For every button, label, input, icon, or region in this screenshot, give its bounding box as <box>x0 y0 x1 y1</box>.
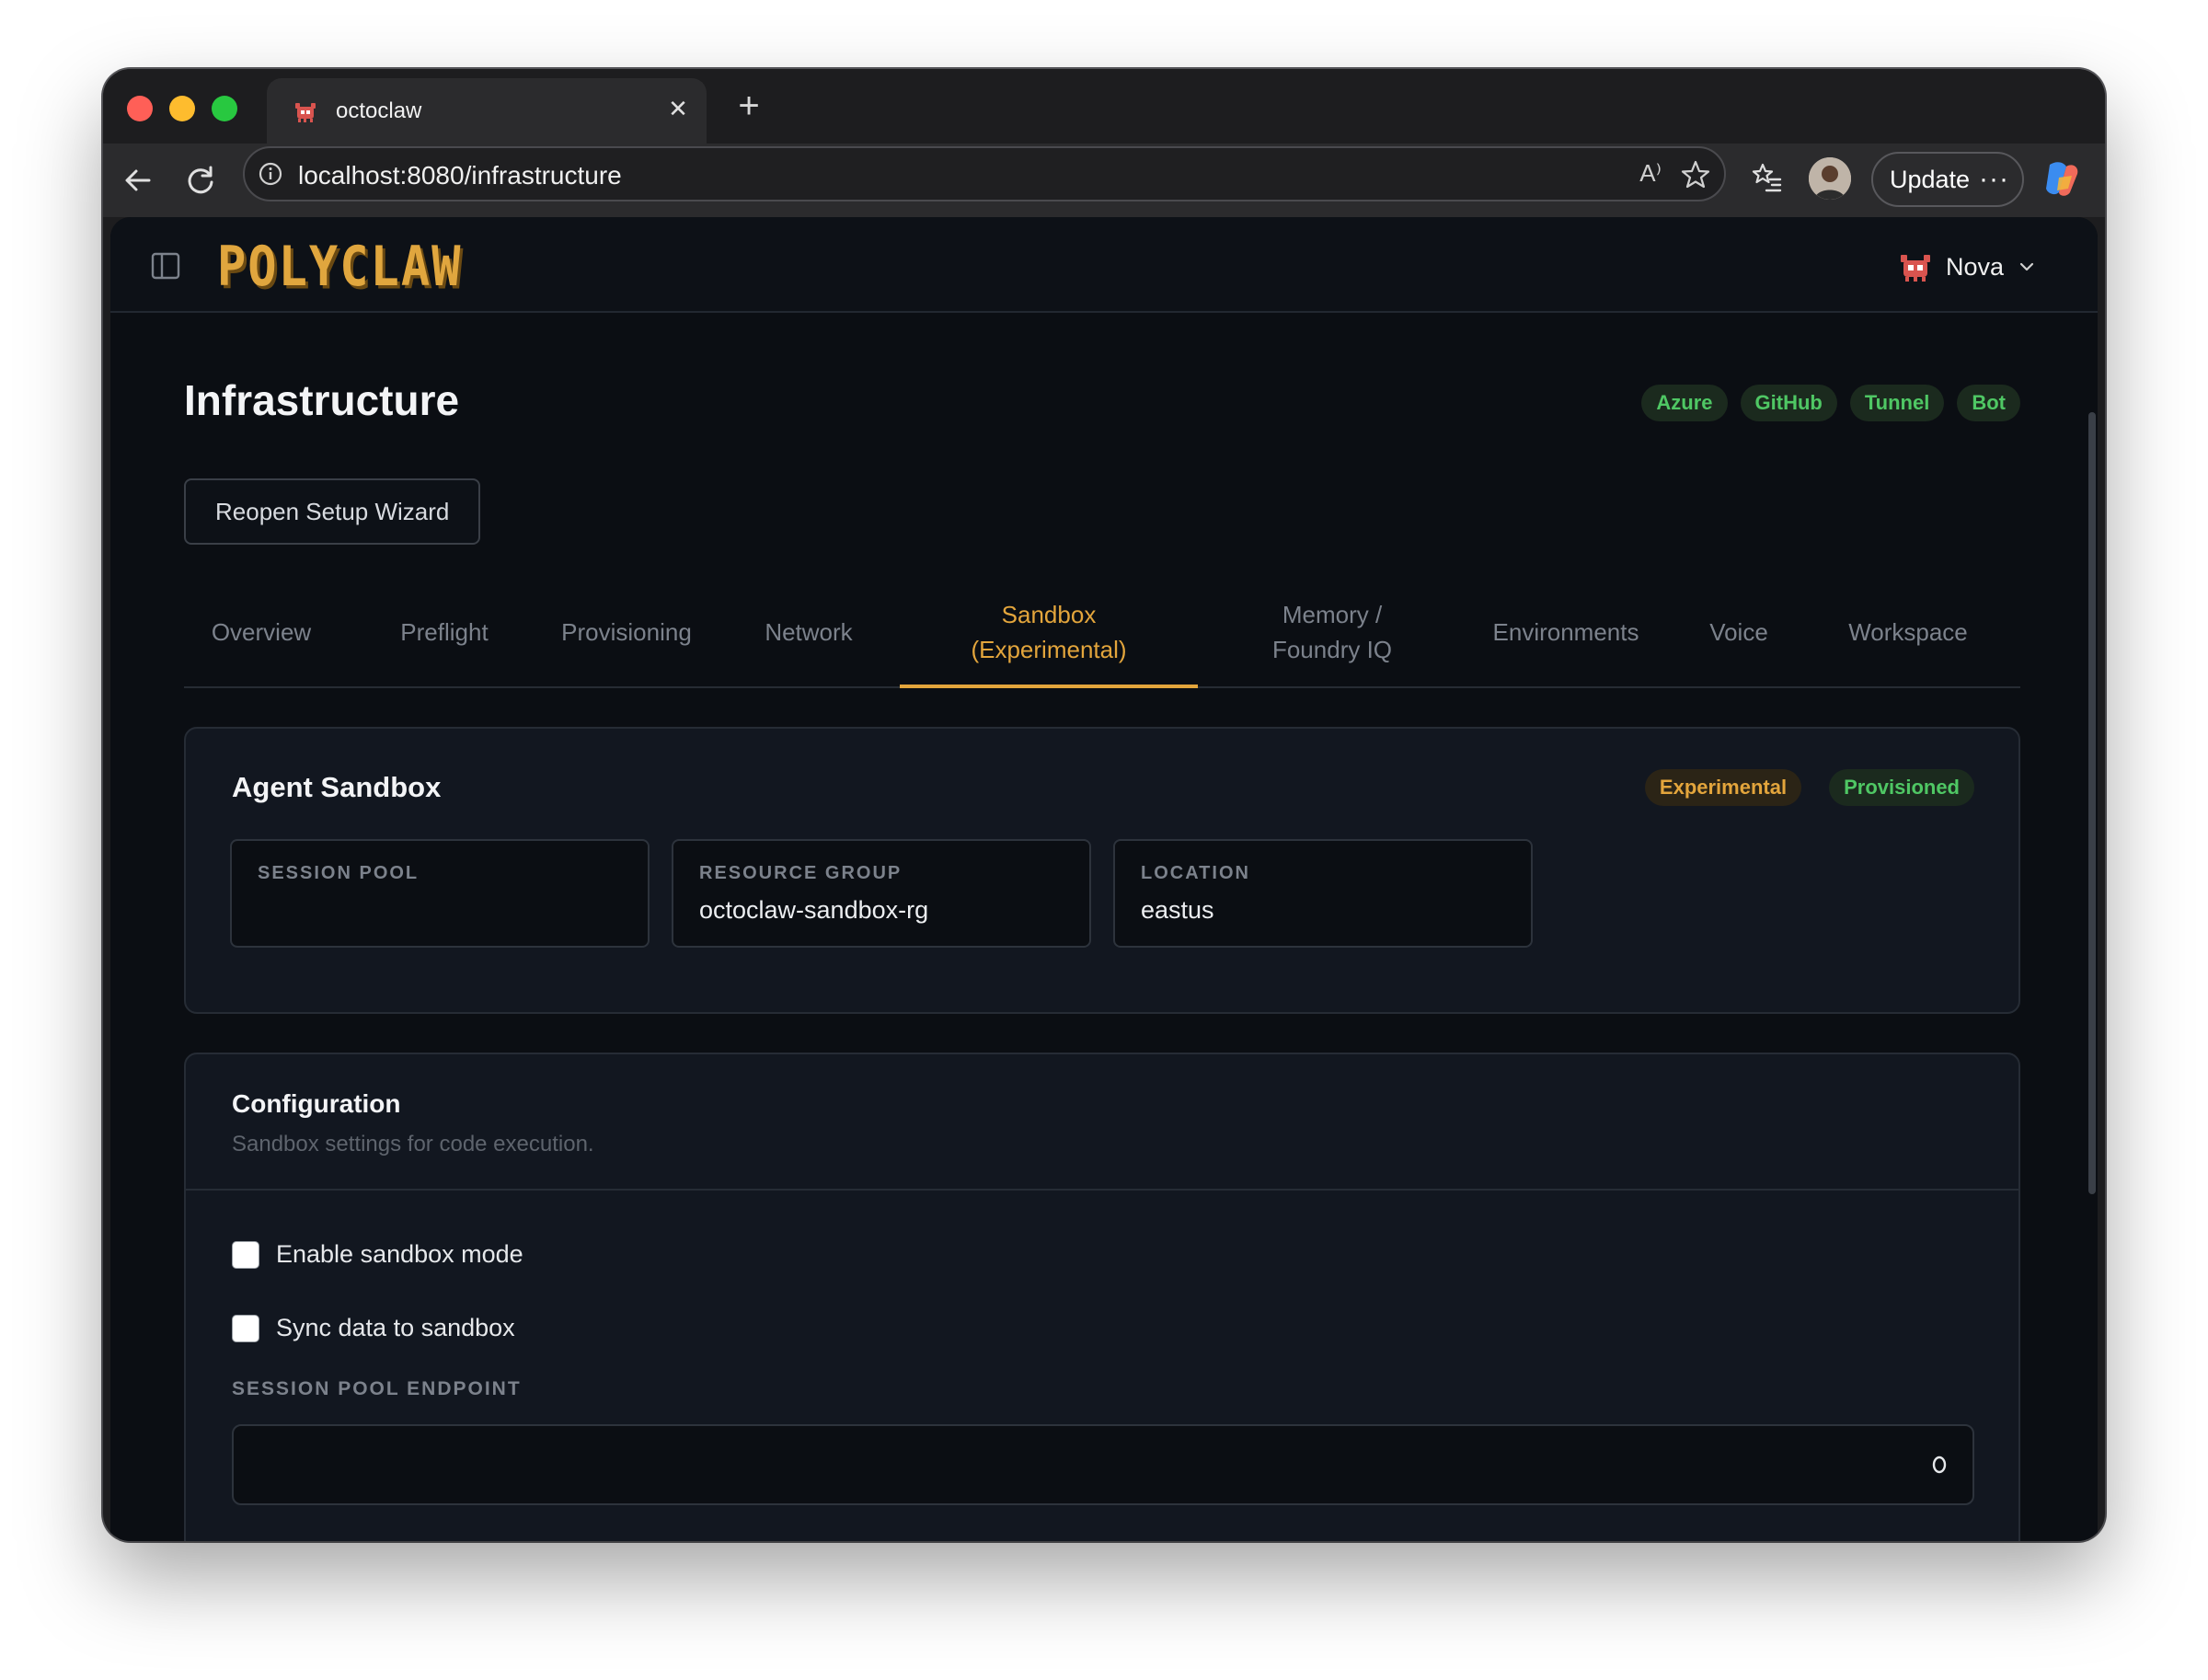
reopen-setup-wizard-button[interactable]: Reopen Setup Wizard <box>184 478 481 545</box>
close-window-button[interactable] <box>127 96 153 121</box>
tab-label: Workspace <box>1848 618 1968 646</box>
agent-selector[interactable]: Nova <box>1898 248 2037 285</box>
read-aloud-icon[interactable]: A⁾ <box>1639 159 1662 188</box>
browser-tab-strip: octoclaw ✕ + <box>103 69 2105 144</box>
tab-label: Network <box>765 618 853 646</box>
location-value: eastus <box>1141 896 1214 924</box>
session-pool-label: SESSION POOL <box>258 863 420 883</box>
browser-window: octoclaw ✕ + localhost:8080/infrastructu… <box>103 69 2105 1541</box>
tab-label: Provisioning <box>561 618 692 646</box>
agent-name: Nova <box>1945 252 2004 281</box>
location-field: LOCATION eastus <box>1113 839 1533 948</box>
resource-group-field: RESOURCE GROUP octoclaw-sandbox-rg <box>672 839 1091 948</box>
maximize-window-button[interactable] <box>212 96 237 121</box>
status-badge-azure: Azure <box>1641 385 1728 421</box>
sidebar-toggle-icon[interactable] <box>151 252 180 280</box>
update-label: Update <box>1890 166 1971 193</box>
browser-tab-title: octoclaw <box>336 98 422 123</box>
status-badge-bot: Bot <box>1957 385 2020 421</box>
session-pool-field: SESSION POOL <box>230 839 650 948</box>
page-title: Infrastructure <box>184 376 460 424</box>
tab-environments[interactable]: Environments <box>1483 578 1649 686</box>
status-badges: Azure GitHub Tunnel Bot <box>1641 385 2020 421</box>
url-text[interactable]: localhost:8080/infrastructure <box>298 161 622 190</box>
configuration-title: Configuration <box>232 1089 401 1118</box>
scrollbar[interactable] <box>2087 311 2098 1541</box>
tab-network[interactable]: Network <box>758 578 859 686</box>
experimental-badge: Experimental <box>1644 769 1802 806</box>
new-tab-icon[interactable]: + <box>730 87 767 126</box>
app-root: POLYCLAW Nova Infrastructure Azure GitHu… <box>110 217 2098 1541</box>
scrollbar-thumb[interactable] <box>2088 412 2096 1194</box>
tab-label: Sandbox (Experimental) <box>971 601 1127 663</box>
sync-data-checkbox[interactable] <box>232 1314 259 1342</box>
profile-person-icon <box>1809 157 1851 200</box>
tab-preflight[interactable]: Preflight <box>394 578 495 686</box>
resource-group-label: RESOURCE GROUP <box>699 863 903 883</box>
agent-sandbox-card: Agent Sandbox Experimental Provisioned S… <box>184 727 2020 1014</box>
tab-label: Memory / Foundry IQ <box>1271 601 1393 663</box>
tab-label: Environments <box>1492 618 1639 646</box>
close-tab-icon[interactable]: ✕ <box>664 95 692 122</box>
session-pool-endpoint-input[interactable] <box>232 1424 1974 1505</box>
minimize-window-button[interactable] <box>169 96 195 121</box>
enable-sandbox-row[interactable]: Enable sandbox mode <box>232 1240 523 1269</box>
session-pool-endpoint-label: SESSION POOL ENDPOINT <box>232 1378 522 1399</box>
tab-workspace[interactable]: Workspace <box>1842 578 1974 686</box>
agent-sandbox-title: Agent Sandbox <box>232 771 442 803</box>
app-logo[interactable]: POLYCLAW <box>217 236 462 299</box>
app-header: POLYCLAW Nova <box>110 217 2098 313</box>
update-button[interactable]: Update ··· <box>1871 152 2024 207</box>
active-tab-indicator <box>900 685 1198 688</box>
reload-icon[interactable] <box>178 158 223 202</box>
configuration-subtitle: Sandbox settings for code execution. <box>232 1132 594 1156</box>
address-bar[interactable]: localhost:8080/infrastructure A⁾ <box>243 146 1726 201</box>
resource-group-value: octoclaw-sandbox-rg <box>699 896 929 924</box>
loading-spinner-icon <box>1932 1456 1947 1474</box>
configuration-divider <box>186 1189 2018 1191</box>
infrastructure-tabs: Overview Preflight Provisioning Network … <box>184 578 2020 688</box>
tab-sandbox[interactable]: Sandbox (Experimental) <box>900 578 1198 688</box>
octoclaw-favicon-icon <box>295 103 316 122</box>
provisioned-badge: Provisioned <box>1829 769 1974 806</box>
enable-sandbox-checkbox[interactable] <box>232 1240 259 1269</box>
tab-overview[interactable]: Overview <box>212 578 311 686</box>
location-label: LOCATION <box>1141 863 1250 883</box>
tab-voice[interactable]: Voice <box>1704 578 1774 686</box>
profile-avatar[interactable] <box>1809 157 1851 200</box>
configuration-card: Configuration Sandbox settings for code … <box>184 1053 2020 1541</box>
more-options-icon: ··· <box>1979 164 2009 194</box>
favorites-list-icon[interactable] <box>1750 161 1783 194</box>
tab-label: Preflight <box>400 618 489 646</box>
sync-data-label[interactable]: Sync data to sandbox <box>276 1314 515 1342</box>
copilot-icon[interactable] <box>2041 157 2083 200</box>
tab-provisioning[interactable]: Provisioning <box>554 578 699 686</box>
tab-memory-foundry-iq[interactable]: Memory / Foundry IQ <box>1238 578 1426 686</box>
favorite-star-icon[interactable] <box>1680 159 1711 190</box>
tab-label: Overview <box>211 618 312 646</box>
enable-sandbox-label[interactable]: Enable sandbox mode <box>276 1240 523 1269</box>
status-badge-tunnel: Tunnel <box>1849 385 1945 421</box>
status-badge-github: GitHub <box>1740 385 1837 421</box>
tab-label: Voice <box>1709 618 1768 646</box>
chevron-down-icon <box>2019 262 2034 271</box>
sync-data-row[interactable]: Sync data to sandbox <box>232 1314 515 1342</box>
browser-tab[interactable]: octoclaw ✕ <box>267 78 707 144</box>
site-info-icon[interactable] <box>258 161 283 187</box>
sandbox-badges: Experimental Provisioned <box>1644 769 1974 806</box>
agent-robot-icon <box>1900 255 1930 282</box>
back-arrow-icon[interactable] <box>116 158 160 202</box>
